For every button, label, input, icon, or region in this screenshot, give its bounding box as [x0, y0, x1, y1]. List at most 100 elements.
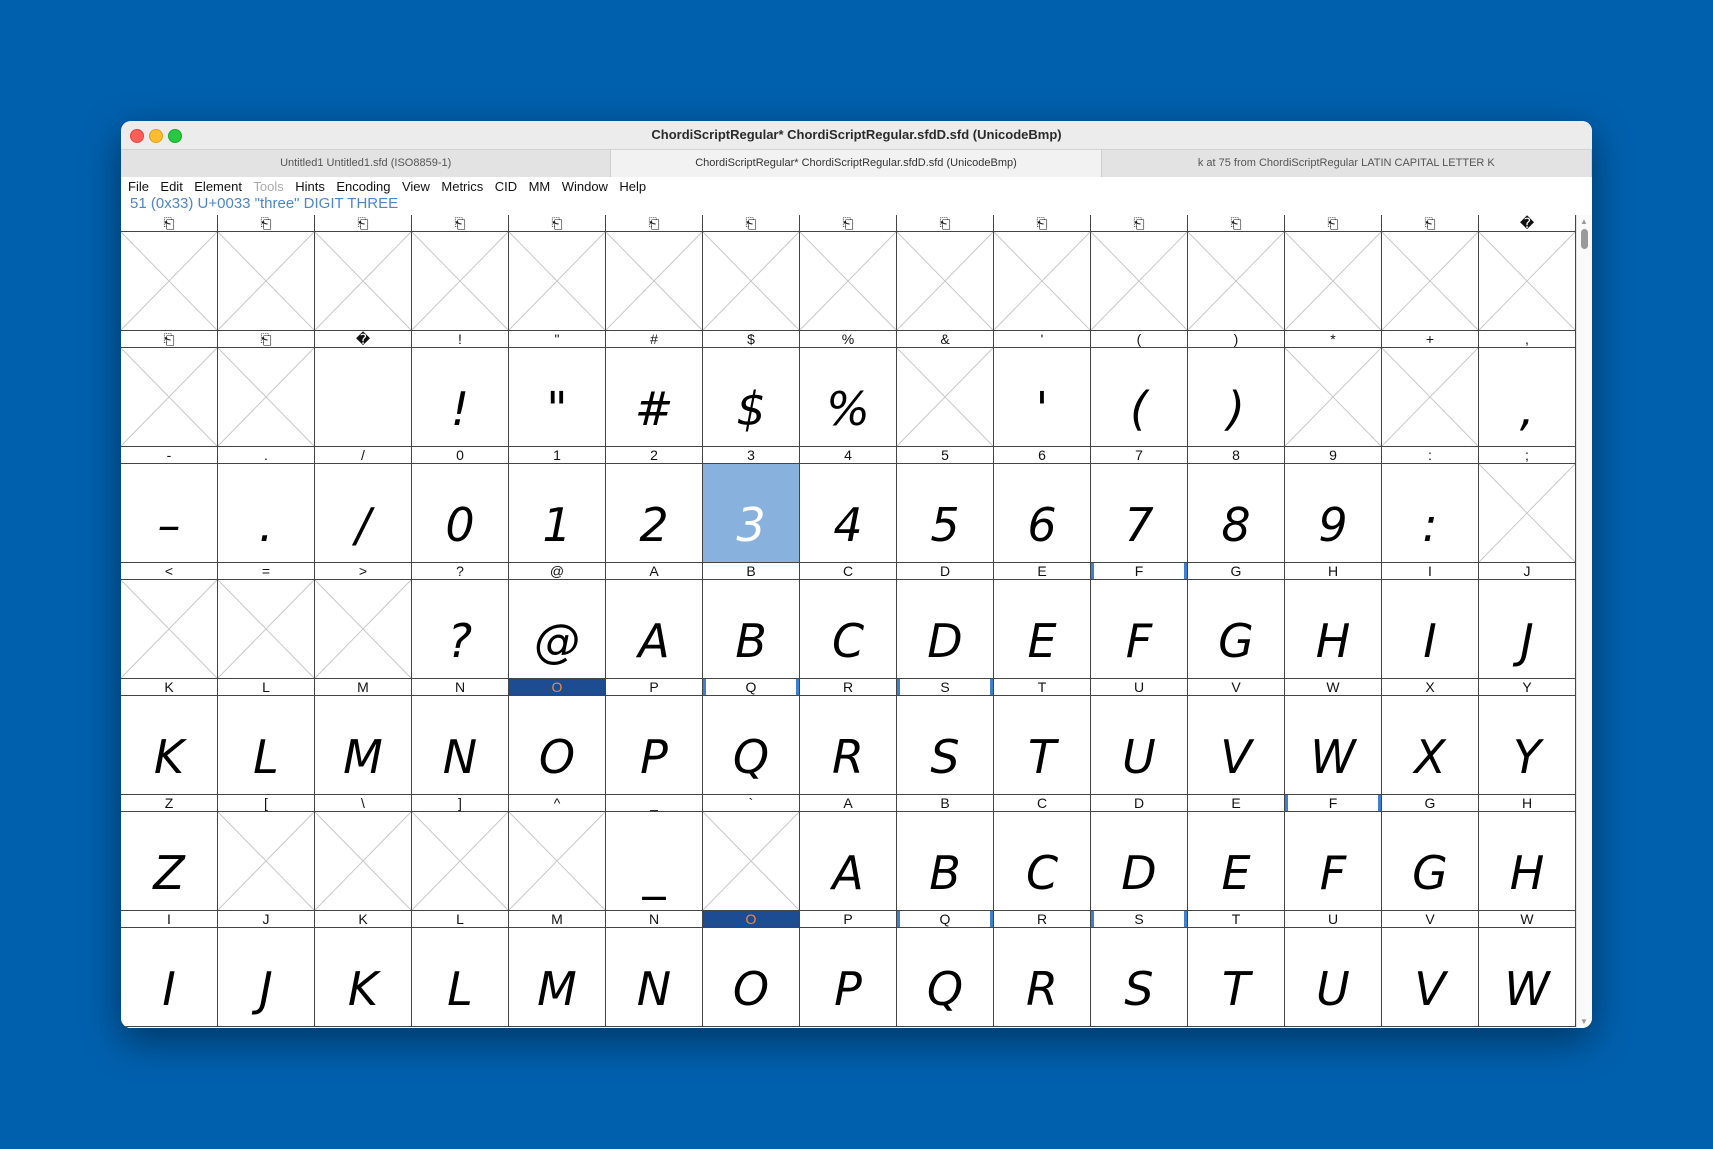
glyph-cell[interactable]: EE	[994, 563, 1091, 679]
glyph-cell[interactable]: ⎗	[315, 215, 412, 331]
glyph-cell[interactable]: GG	[1382, 795, 1479, 911]
glyph-cell[interactable]: AA	[800, 795, 897, 911]
glyph-cell[interactable]: AA	[606, 563, 703, 679]
glyph-cell[interactable]: 66	[994, 447, 1091, 563]
glyph-cell[interactable]: MM	[315, 679, 412, 795]
glyph-cell[interactable]: ⎗	[606, 215, 703, 331]
glyph-cell[interactable]: PP	[800, 911, 897, 1027]
glyph-cell[interactable]: CC	[800, 563, 897, 679]
glyph-cell[interactable]: WW	[1479, 911, 1576, 1027]
glyph-cell[interactable]: KK	[315, 911, 412, 1027]
glyph-cell[interactable]: ⎗	[121, 215, 218, 331]
glyph-cell[interactable]: 11	[509, 447, 606, 563]
glyph-cell[interactable]: ⎗	[1382, 215, 1479, 331]
glyph-cell[interactable]: ;	[1479, 447, 1576, 563]
menu-mm[interactable]: MM	[529, 177, 551, 197]
glyph-cell[interactable]: UU	[1285, 911, 1382, 1027]
glyph-cell[interactable]: CC	[994, 795, 1091, 911]
glyph-cell[interactable]: $ $	[703, 331, 800, 447]
glyph-cell[interactable]: FF	[1091, 563, 1188, 679]
glyph-cell[interactable]: �	[315, 331, 412, 447]
glyph-cell[interactable]: GG	[1188, 563, 1285, 679]
glyph-cell[interactable]: =	[218, 563, 315, 679]
glyph-cell[interactable]: <	[121, 563, 218, 679]
glyph-cell[interactable]: FF	[1285, 795, 1382, 911]
menu-file[interactable]: File	[128, 177, 149, 197]
glyph-cell[interactable]: HH	[1479, 795, 1576, 911]
glyph-cell[interactable]: ZZ	[121, 795, 218, 911]
glyph-cell[interactable]: WW	[1285, 679, 1382, 795]
glyph-cell[interactable]: ⎗	[218, 215, 315, 331]
glyph-cell[interactable]: VV	[1188, 679, 1285, 795]
glyph-cell[interactable]: 77	[1091, 447, 1188, 563]
glyph-cell[interactable]: LL	[218, 679, 315, 795]
glyph-cell[interactable]: BB	[703, 563, 800, 679]
glyph-cell[interactable]: RR	[800, 679, 897, 795]
glyph-cell[interactable]: &	[897, 331, 994, 447]
glyph-cell[interactable]: SS	[1091, 911, 1188, 1027]
glyph-cell[interactable]: 55	[897, 447, 994, 563]
glyph-cell[interactable]: HH	[1285, 563, 1382, 679]
glyph-cell[interactable]: JJ	[1479, 563, 1576, 679]
glyph-cell[interactable]: ⎗	[412, 215, 509, 331]
tab-untitled1[interactable]: Untitled1 Untitled1.sfd (ISO8859-1)	[121, 150, 612, 177]
glyph-cell[interactable]: ))	[1188, 331, 1285, 447]
glyph-cell[interactable]: II	[121, 911, 218, 1027]
menu-tools[interactable]: Tools	[253, 177, 283, 197]
glyph-cell[interactable]: RR	[994, 911, 1091, 1027]
glyph-cell[interactable]: @ @	[509, 563, 606, 679]
glyph-cell[interactable]: �	[1479, 215, 1576, 331]
glyph-cell[interactable]: ⎗	[703, 215, 800, 331]
glyph-cell[interactable]: ' '	[994, 331, 1091, 447]
glyph-cell[interactable]: ⎗	[1188, 215, 1285, 331]
glyph-cell[interactable]: !!	[412, 331, 509, 447]
glyph-cell[interactable]: ::	[1382, 447, 1479, 563]
menu-encoding[interactable]: Encoding	[336, 177, 390, 197]
glyph-cell[interactable]: QQ	[703, 679, 800, 795]
scroll-up-icon[interactable]: ▲	[1580, 217, 1588, 226]
glyph-cell[interactable]: KK	[121, 679, 218, 795]
glyph-cell[interactable]: II	[1382, 563, 1479, 679]
glyph-cell[interactable]: VV	[1382, 911, 1479, 1027]
glyph-cell[interactable]: DD	[897, 563, 994, 679]
glyph-cell[interactable]: ^	[509, 795, 606, 911]
menu-window[interactable]: Window	[562, 177, 608, 197]
glyph-cell[interactable]: XX	[1382, 679, 1479, 795]
glyph-cell[interactable]: 22	[606, 447, 703, 563]
glyph-cell[interactable]: ??	[412, 563, 509, 679]
glyph-cell[interactable]: LL	[412, 911, 509, 1027]
glyph-cell[interactable]: PP	[606, 679, 703, 795]
glyph-cell[interactable]: ⎗	[218, 331, 315, 447]
glyph-cell[interactable]: NN	[606, 911, 703, 1027]
glyph-cell[interactable]: JJ	[218, 911, 315, 1027]
scrollbar-thumb[interactable]	[1581, 229, 1588, 249]
menu-metrics[interactable]: Metrics	[441, 177, 483, 197]
glyph-cell[interactable]: SS	[897, 679, 994, 795]
glyph-cell[interactable]: ..	[218, 447, 315, 563]
glyph-cell[interactable]: OO	[509, 679, 606, 795]
title-bar[interactable]: ChordiScriptRegular* ChordiScriptRegular…	[121, 121, 1592, 149]
glyph-cell[interactable]: \	[315, 795, 412, 911]
glyph-cell[interactable]: _ _	[606, 795, 703, 911]
tab-glyph-k[interactable]: k at 75 from ChordiScriptRegular LATIN C…	[1102, 150, 1592, 177]
menu-help[interactable]: Help	[619, 177, 646, 197]
glyph-cell[interactable]: ⎗	[121, 331, 218, 447]
vertical-scrollbar[interactable]: ▲ ▼	[1576, 215, 1592, 1028]
glyph-cell[interactable]: ⎗	[509, 215, 606, 331]
glyph-cell[interactable]: ,,	[1479, 331, 1576, 447]
glyph-cell[interactable]: DD	[1091, 795, 1188, 911]
glyph-cell[interactable]: YY	[1479, 679, 1576, 795]
glyph-cell[interactable]: / /	[315, 447, 412, 563]
glyph-cell[interactable]: UU	[1091, 679, 1188, 795]
glyph-cell[interactable]: ⎗	[1285, 215, 1382, 331]
menu-cid[interactable]: CID	[495, 177, 517, 197]
glyph-cell[interactable]: +	[1382, 331, 1479, 447]
glyph-cell[interactable]: 33	[703, 447, 800, 563]
glyph-cell[interactable]: EE	[1188, 795, 1285, 911]
glyph-cell[interactable]: ⎗	[994, 215, 1091, 331]
glyph-cell[interactable]: %%	[800, 331, 897, 447]
glyph-cell[interactable]: TT	[994, 679, 1091, 795]
glyph-cell[interactable]: 99	[1285, 447, 1382, 563]
tab-chordiscript-font[interactable]: ChordiScriptRegular* ChordiScriptRegular…	[611, 150, 1102, 177]
scroll-down-icon[interactable]: ▼	[1580, 1017, 1588, 1026]
